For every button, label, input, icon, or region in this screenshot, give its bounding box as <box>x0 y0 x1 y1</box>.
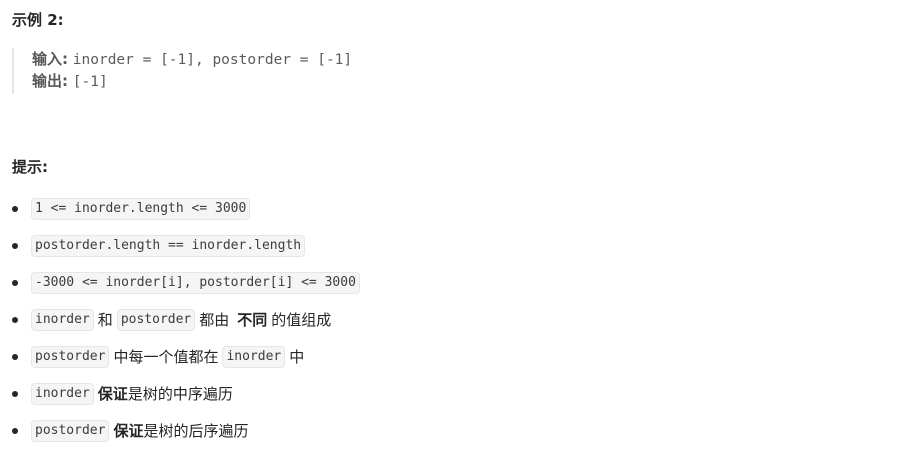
hint-text: 中每一个值都在 <box>113 348 219 366</box>
hint-text: 中 <box>289 348 305 366</box>
list-item: postorder 保证 是树的后序遍历 <box>12 412 892 449</box>
hint-text: 都由 <box>199 311 230 329</box>
bullet-icon <box>12 427 18 434</box>
hints-heading: 提示: <box>12 158 48 176</box>
example-block: 输入: inorder = [-1], postorder = [-1] 输出:… <box>12 48 632 94</box>
list-item: postorder 中每一个值都在 inorder 中 <box>12 338 892 375</box>
example-input-line: 输入: inorder = [-1], postorder = [-1] <box>32 48 632 70</box>
inline-code: postorder.length == inorder.length <box>31 234 306 257</box>
example-output-line: 输出: [-1] <box>32 70 632 92</box>
inline-code: -3000 <= inorder[i], postorder[i] <= 300… <box>31 271 360 294</box>
hint-emphasis: 不同 <box>237 311 268 329</box>
list-item: 1 <= inorder.length <= 3000 <box>12 190 892 227</box>
input-label: 输入: <box>32 50 68 68</box>
inline-code: 1 <= inorder.length <= 3000 <box>31 197 251 220</box>
hint-text: 是树的中序遍历 <box>127 385 233 403</box>
inline-code: postorder <box>31 419 110 442</box>
hint-list: 1 <= inorder.length <= 3000 postorder.le… <box>12 190 892 449</box>
list-item: inorder 和 postorder 都由 不同 的值组成 <box>12 301 892 338</box>
bullet-icon <box>12 353 18 360</box>
hint-emphasis: 保证 <box>113 422 144 440</box>
inline-code: postorder <box>116 308 196 331</box>
list-item: -3000 <= inorder[i], postorder[i] <= 300… <box>12 264 892 301</box>
problem-description: 示例 2: 输入: inorder = [-1], postorder = [-… <box>0 0 908 459</box>
hint-text: 和 <box>97 311 113 329</box>
hint-text: 的值组成 <box>271 311 332 329</box>
bullet-icon <box>12 242 18 249</box>
bullet-icon <box>12 279 18 286</box>
output-value: [-1] <box>72 74 108 90</box>
inline-code: postorder <box>31 345 110 368</box>
inline-code: inorder <box>222 345 286 368</box>
list-item: inorder 保证 是树的中序遍历 <box>12 375 892 412</box>
inline-code: inorder <box>31 308 94 331</box>
list-item: postorder.length == inorder.length <box>12 227 892 264</box>
inline-code: inorder <box>31 382 94 405</box>
hint-text: 是树的后序遍历 <box>143 422 249 440</box>
output-label: 输出: <box>32 72 68 90</box>
input-value: inorder = [-1], postorder = [-1] <box>72 52 353 68</box>
example-heading: 示例 2: <box>12 11 64 29</box>
bullet-icon <box>12 390 18 397</box>
bullet-icon <box>12 205 18 212</box>
hint-emphasis: 保证 <box>97 385 128 403</box>
bullet-icon <box>12 316 18 323</box>
